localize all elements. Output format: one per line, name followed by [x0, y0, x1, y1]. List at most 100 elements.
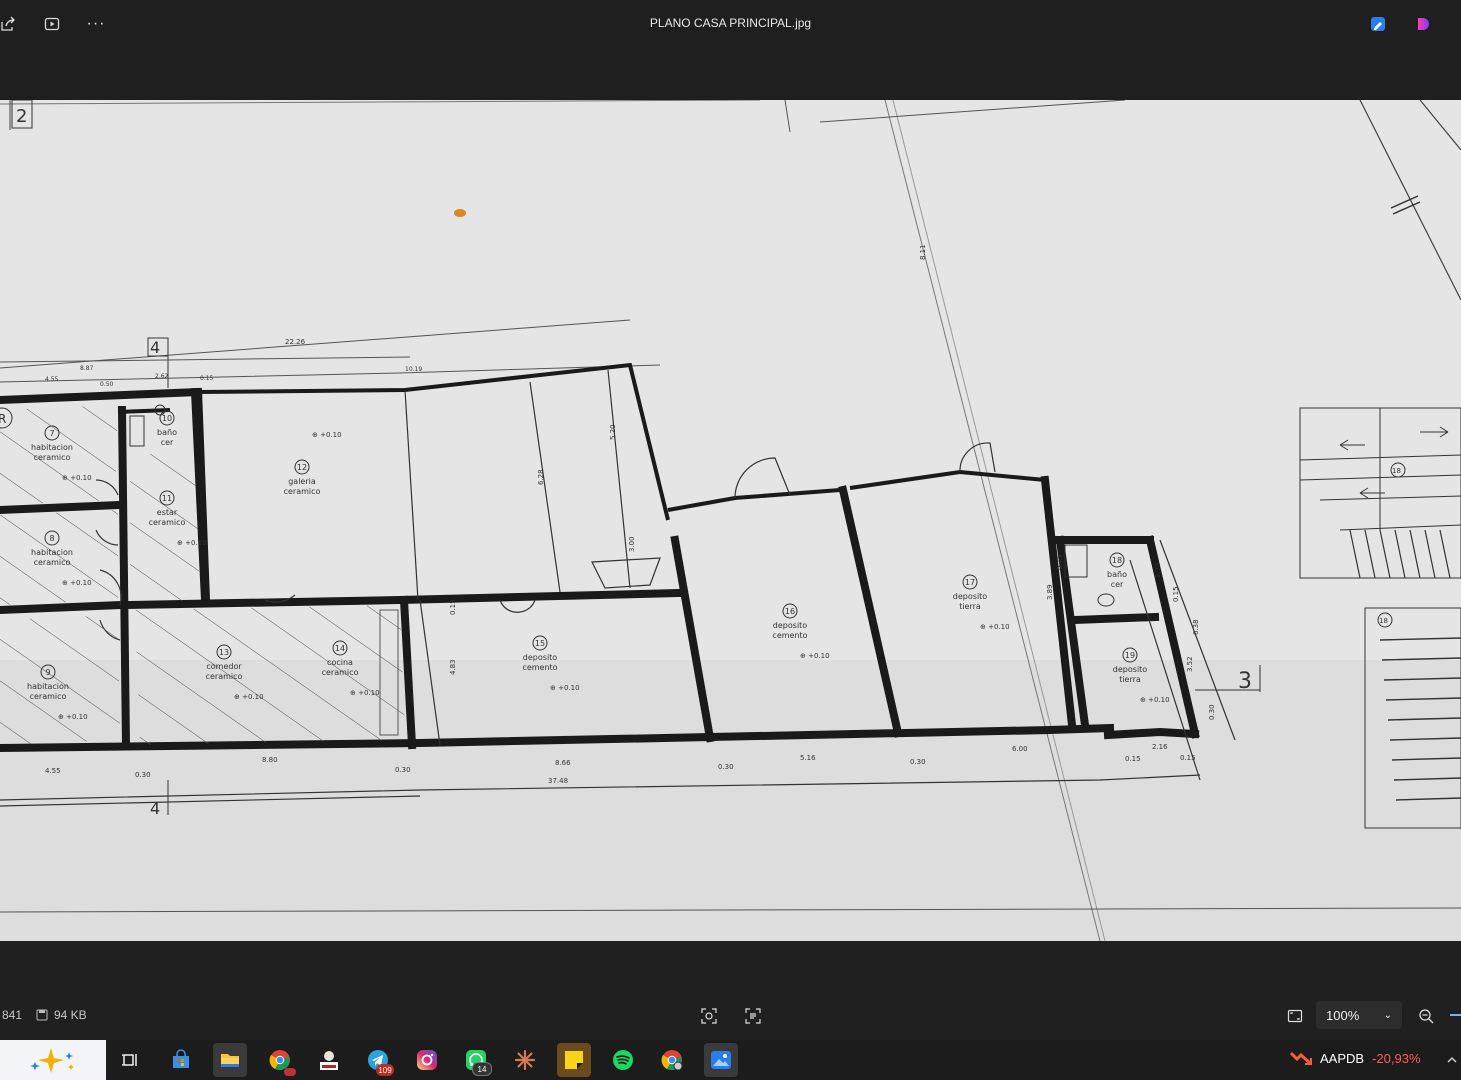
dim-top: 2.62 — [155, 373, 169, 380]
status-bar — [0, 941, 1461, 1040]
dimension-label: 6.28 — [537, 469, 545, 485]
sparkle-icon — [30, 1048, 74, 1073]
chevron-down-icon: ⌄ — [1383, 1009, 1392, 1021]
level-marker: ⊕ +0.10 — [58, 713, 88, 721]
dimension-label: 0.30 — [395, 766, 411, 774]
room-finish: cemento — [522, 663, 557, 672]
level-marker: ⊕ +0.10 — [177, 539, 207, 547]
corner-letter: R — [0, 412, 6, 426]
whatsapp-icon[interactable]: 14 — [459, 1043, 493, 1077]
dimension-label: 0.15 — [1125, 755, 1141, 763]
image-canvas[interactable]: 2 22.26 8.87 4.55 0.50 2.62 0.15 10.19 4 — [0, 100, 1461, 941]
zoom-out-icon[interactable] — [1414, 1004, 1438, 1028]
room-name: galeria — [288, 477, 316, 486]
room-number: 18 — [1112, 556, 1122, 565]
dimension-label: 4.83 — [449, 659, 457, 675]
level-marker: ⊕ +0.10 — [312, 431, 342, 439]
room-finish: cer — [1111, 580, 1124, 589]
task-view-icon[interactable] — [113, 1043, 147, 1077]
dimension-label: 5.20 — [609, 424, 617, 440]
claude-icon[interactable] — [508, 1043, 542, 1077]
room-number: 16 — [785, 607, 795, 616]
level-marker: ⊕ +0.10 — [980, 623, 1010, 631]
dim-top: 22.26 — [285, 338, 306, 346]
dimension-label: 3.00 — [628, 536, 636, 552]
telegram-badge: 109 — [376, 1064, 394, 1076]
dimension-label: 6.38 — [1192, 619, 1200, 635]
scan-text-icon[interactable] — [741, 1004, 765, 1028]
store-icon[interactable] — [164, 1043, 198, 1077]
floorplan-drawing: 2 22.26 8.87 4.55 0.50 2.62 0.15 10.19 4 — [0, 100, 1461, 941]
room-name: deposito — [1113, 665, 1148, 674]
room-number: 7 — [49, 429, 54, 438]
dimension-label: 0.30 — [910, 758, 926, 766]
dimension-label: 0.30 — [135, 771, 151, 779]
dimension-label: 8.66 — [555, 759, 571, 767]
zoom-dropdown[interactable]: 100% ⌄ — [1316, 1001, 1402, 1029]
dimension-label: 3.89 — [1046, 584, 1054, 600]
dimension-label: 2.75 — [1154, 562, 1162, 578]
file-size: 94 KB — [36, 1008, 87, 1022]
room-finish: tierra — [959, 602, 981, 611]
room-name: habitacion — [27, 682, 69, 691]
dimension-label: 8.11 — [919, 244, 927, 260]
chrome-icon[interactable] — [263, 1043, 297, 1077]
room-number: 10 — [162, 414, 172, 423]
room-name: deposito — [523, 653, 558, 662]
room-name: deposito — [773, 621, 808, 630]
room-name: baño — [157, 428, 177, 437]
stair-label: 18 — [1379, 617, 1388, 625]
stock-widget[interactable]: AAPDB -20,93% — [1290, 1050, 1421, 1066]
level-marker: ⊕ +0.10 — [62, 579, 92, 587]
room-number: 15 — [535, 639, 545, 648]
chrome-badge — [284, 1068, 296, 1076]
save-icon — [36, 1009, 48, 1021]
room-finish: ceramico — [206, 672, 243, 681]
stock-name: AAPDB — [1320, 1050, 1365, 1066]
room-number: 17 — [965, 578, 975, 587]
room-name: baño — [1107, 570, 1127, 579]
room-number: 12 — [297, 463, 307, 472]
fit-to-window-icon[interactable] — [1283, 1004, 1307, 1028]
section-mark: 2 — [16, 106, 27, 127]
chrome-profile-icon[interactable] — [655, 1043, 689, 1077]
profile-app-icon[interactable] — [312, 1043, 346, 1077]
section-mark: 4 — [150, 799, 160, 818]
room-name: estar — [157, 508, 178, 517]
image-dimensions: 841 — [2, 1008, 22, 1022]
level-marker: ⊕ +0.10 — [800, 652, 830, 660]
dim-top: 4.55 — [45, 376, 59, 383]
clipchamp-icon[interactable] — [1411, 12, 1435, 36]
title-bar: ··· PLANO CASA PRINCIPAL.jpg — [0, 0, 1461, 48]
room-finish: ceramico — [322, 668, 359, 677]
stock-change: -20,93% — [1372, 1050, 1421, 1066]
copilot-button[interactable] — [0, 1040, 106, 1080]
room-name: cocina — [327, 658, 353, 667]
room-number: 19 — [1125, 651, 1135, 660]
zoom-slider[interactable] — [1450, 1014, 1461, 1016]
zoom-value: 100% — [1326, 1007, 1360, 1023]
instagram-icon[interactable] — [410, 1043, 444, 1077]
visual-search-icon[interactable] — [697, 1004, 721, 1028]
room-finish: ceramico — [30, 692, 67, 701]
dim-top: 0.50 — [100, 381, 114, 388]
telegram-icon[interactable]: 109 — [361, 1043, 395, 1077]
dimension-label: 0.30 — [718, 763, 734, 771]
dimension-label: 0.15 — [449, 599, 457, 615]
room-number: 14 — [335, 644, 345, 653]
room-number: 11 — [162, 494, 172, 503]
file-explorer-icon[interactable] — [213, 1043, 247, 1077]
sticky-notes-icon[interactable] — [557, 1043, 591, 1077]
chevron-up-icon[interactable] — [1440, 1048, 1461, 1072]
photos-icon[interactable] — [704, 1043, 738, 1077]
level-marker: ⊕ +0.10 — [550, 684, 580, 692]
edit-app-icon[interactable] — [1366, 12, 1390, 36]
level-marker: ⊕ +0.10 — [234, 693, 264, 701]
spotify-icon[interactable] — [606, 1043, 640, 1077]
file-size-text: 94 KB — [54, 1008, 87, 1022]
dimension-label: 2.16 — [1152, 743, 1168, 751]
dimension-label: 0.15 — [1056, 554, 1064, 570]
room-finish: ceramico — [149, 518, 186, 527]
room-name: deposito — [953, 592, 988, 601]
room-name: comedor — [206, 662, 242, 671]
